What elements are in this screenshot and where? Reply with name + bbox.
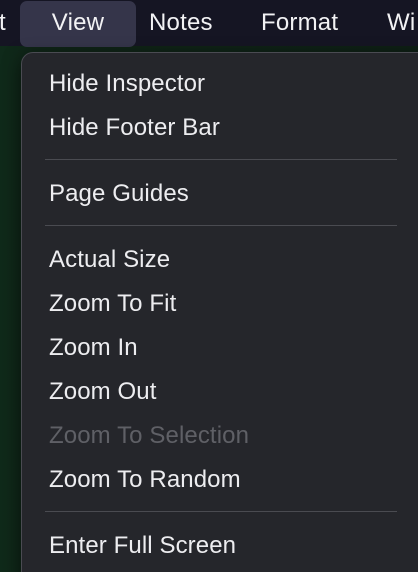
- menubar-item-window-partial[interactable]: Wi: [387, 0, 415, 46]
- menu-item-label: Actual Size: [49, 246, 171, 273]
- view-menu-dropdown: Hide Inspector ⌥ ⌘ I Hide Footer Bar ⌘ /…: [21, 52, 418, 572]
- menu-item-label: Hide Inspector: [49, 70, 206, 97]
- menu-item-actual-size[interactable]: Actual Size ⌘ 0: [22, 238, 418, 282]
- screen: t View Notes Format Wi Hide Inspector ⌥ …: [0, 0, 418, 572]
- menu-item-enter-full-screen[interactable]: Enter Full Screen F: [22, 524, 418, 568]
- menu-item-zoom-in[interactable]: Zoom In ⌥ ⌘ ▲: [22, 326, 418, 370]
- menubar-item-notes[interactable]: Notes: [149, 0, 213, 46]
- menu-item-label: Zoom In: [49, 334, 138, 361]
- menubar-item-edit-partial[interactable]: t: [0, 0, 6, 46]
- menu-item-zoom-out[interactable]: Zoom Out ⌥ ⌘ ▼: [22, 370, 418, 414]
- menu-item-zoom-to-selection: Zoom To Selection ⌘ *: [22, 414, 418, 458]
- menu-item-hide-inspector[interactable]: Hide Inspector ⌥ ⌘ I: [22, 62, 418, 106]
- menu-item-page-guides[interactable]: Page Guides: [22, 172, 418, 216]
- menu-item-label: Enter Full Screen: [49, 532, 237, 559]
- menubar-item-format[interactable]: Format: [261, 0, 338, 46]
- menu-separator: [45, 511, 397, 512]
- menu-item-label: Hide Footer Bar: [49, 114, 220, 141]
- menu-separator: [45, 159, 397, 160]
- menu-item-label: Page Guides: [49, 180, 189, 207]
- menu-item-zoom-to-fit[interactable]: Zoom To Fit ⌘ 9: [22, 282, 418, 326]
- menu-item-label: Zoom To Selection: [49, 422, 250, 449]
- menu-bar: t View Notes Format Wi: [0, 0, 418, 47]
- menu-item-zoom-to-random[interactable]: Zoom To Random ⌘ R: [22, 458, 418, 502]
- menu-item-hide-footer-bar[interactable]: Hide Footer Bar ⌘ /: [22, 106, 418, 150]
- menu-item-label: Zoom To Random: [49, 466, 241, 493]
- menu-item-label: Zoom To Fit: [49, 290, 177, 317]
- menu-separator: [45, 225, 397, 226]
- menubar-item-view[interactable]: View: [20, 1, 136, 47]
- menu-item-label: Zoom Out: [49, 378, 157, 405]
